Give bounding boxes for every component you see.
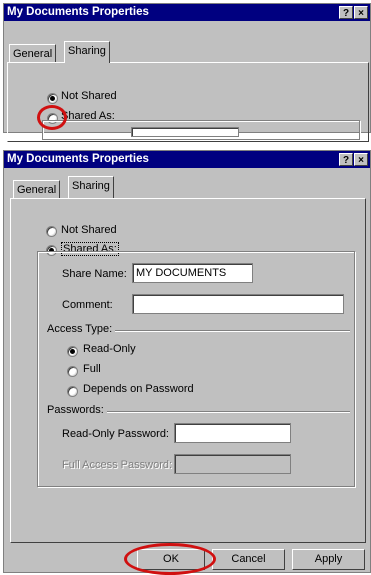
full-access-password-label: Full Access Password: — [62, 459, 173, 471]
passwords-label: Passwords: — [47, 404, 107, 416]
not-shared-radio[interactable] — [46, 226, 57, 237]
tab-sharing[interactable]: Sharing — [68, 176, 114, 198]
not-shared-label[interactable]: Not Shared — [61, 224, 117, 236]
cancel-button[interactable]: Cancel — [212, 549, 285, 570]
full-label[interactable]: Full — [83, 363, 101, 375]
title-bar: My Documents Properties — [4, 151, 370, 168]
highlight-circle-shared-as — [37, 105, 67, 130]
top-window-title: My Documents Properties — [7, 6, 149, 18]
top-dialog-crop: My Documents Properties ? × General Shar… — [3, 3, 371, 142]
full-access-password-input — [174, 454, 291, 474]
read-only-label[interactable]: Read-Only — [83, 343, 136, 355]
help-button[interactable]: ? — [339, 153, 353, 166]
read-only-password-label: Read-Only Password: — [62, 428, 169, 440]
depends-on-password-label[interactable]: Depends on Password — [83, 383, 194, 395]
comment-input[interactable] — [132, 294, 344, 314]
top-tab-sharing[interactable]: Sharing — [64, 41, 110, 63]
depends-on-password-radio[interactable] — [67, 386, 78, 397]
read-only-password-input[interactable] — [174, 423, 291, 443]
apply-button[interactable]: Apply — [292, 549, 365, 570]
properties-dialog: My Documents Properties ? × General Shar… — [3, 150, 371, 575]
top-title-bar: My Documents Properties — [4, 4, 370, 21]
close-button[interactable]: × — [354, 153, 368, 166]
top-help-button[interactable]: ? — [339, 6, 353, 19]
comment-label: Comment: — [62, 299, 113, 311]
not-shared-text: Not Shared — [61, 224, 117, 236]
highlight-ellipse-ok — [124, 543, 216, 575]
access-type-label: Access Type: — [47, 323, 116, 335]
top-not-shared-radio[interactable] — [47, 93, 58, 104]
tab-general[interactable]: General — [13, 180, 61, 199]
read-only-radio[interactable] — [67, 346, 78, 357]
top-tab-general[interactable]: General — [9, 44, 57, 63]
top-close-button[interactable]: × — [354, 6, 368, 19]
top-not-shared-text: Not Shared — [61, 90, 117, 102]
window-title: My Documents Properties — [7, 153, 149, 165]
share-name-label: Share Name: — [62, 268, 127, 280]
top-share-name-input-partial — [131, 127, 239, 137]
full-radio[interactable] — [67, 366, 78, 377]
top-not-shared-label: Not Shared — [61, 90, 117, 102]
share-name-input[interactable]: MY DOCUMENTS — [132, 263, 253, 283]
